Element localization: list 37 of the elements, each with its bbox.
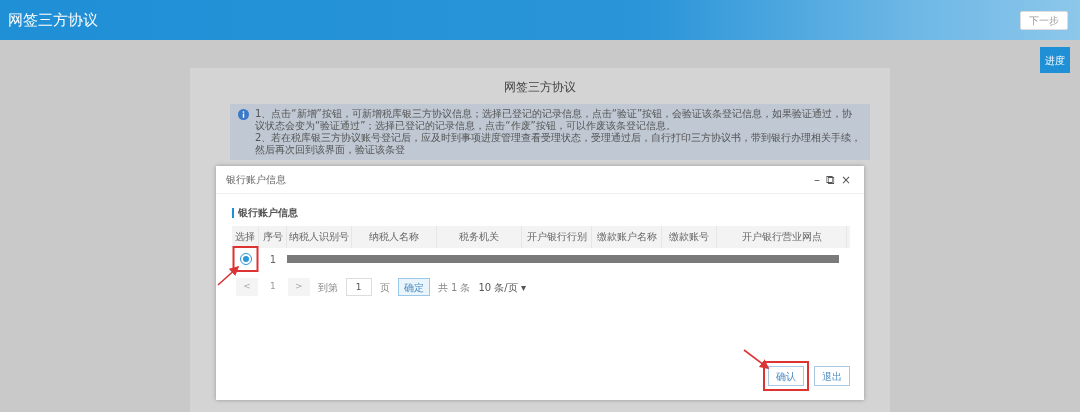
panel-title: 网签三方协议 [503, 79, 577, 96]
table-cell-text: 1 [268, 252, 278, 267]
page-unit-label: 页 [379, 280, 390, 295]
column-header: 税务机关 [437, 226, 522, 248]
column-header: 选择 [232, 226, 259, 248]
column-header: 开户银行行别 [522, 226, 592, 248]
section-title: 银行账户信息 [232, 208, 864, 218]
previous-page-button[interactable]: < [236, 278, 258, 296]
radio-button[interactable] [239, 253, 252, 265]
next-page-button[interactable]: > [287, 278, 310, 296]
column-header: 缴款账号 [662, 226, 717, 248]
page-input[interactable]: 1 [345, 278, 372, 296]
maximize-button[interactable]: ⧉ [822, 173, 838, 186]
annotation-highlight [232, 246, 259, 272]
column-header: 序号 [259, 226, 287, 248]
column-header: 开户银行营业网点 [717, 226, 847, 248]
minimize-button[interactable]: – [810, 173, 823, 186]
info-icon [238, 109, 249, 120]
page-title: 网签三方协议 [8, 9, 98, 31]
total-count: 共 1 条 [437, 280, 471, 295]
close-button[interactable]: × [837, 173, 854, 186]
goto-label: 到第 [317, 280, 338, 295]
annotation-arrow [217, 265, 240, 286]
notice-text: 2、若在税库银三方协议账号登记后，应及时到事项进度管理查看受理状态，受理通过后，自行打印三方协议书，带到银行办理相关手续，然后再次回到该界面，验证该条登 [255, 132, 862, 156]
page-number-button[interactable]: 1 [266, 280, 280, 294]
notice-text: 1、点击“新增”按钮，可新增税库银三方协议信息；选择已登记的记录信息，点击“验证”按钮，会验证该条登记信息，如果验证通过，协议状态会变为“验证通过”；选择已登记的记录信息，点击“作废”按钮，可以作废该条登记信息。 [255, 108, 854, 132]
column-header: 纳税人识别号 [287, 226, 352, 248]
progress-button[interactable]: 进度 [1040, 47, 1070, 73]
exit-button[interactable]: 退出 [814, 366, 850, 386]
column-header: 纳税人名称 [352, 226, 437, 248]
dialog-title: 银行账户信息 [226, 173, 286, 187]
page-size-select[interactable]: 10 条/页 ▾ [478, 279, 526, 295]
go-button[interactable]: 确定 [397, 278, 430, 296]
annotation-arrow [743, 349, 770, 369]
annotation-highlight [763, 361, 809, 391]
column-header: 缴款账户名称 [592, 226, 662, 248]
confirm-button[interactable]: 确认 [768, 366, 804, 386]
